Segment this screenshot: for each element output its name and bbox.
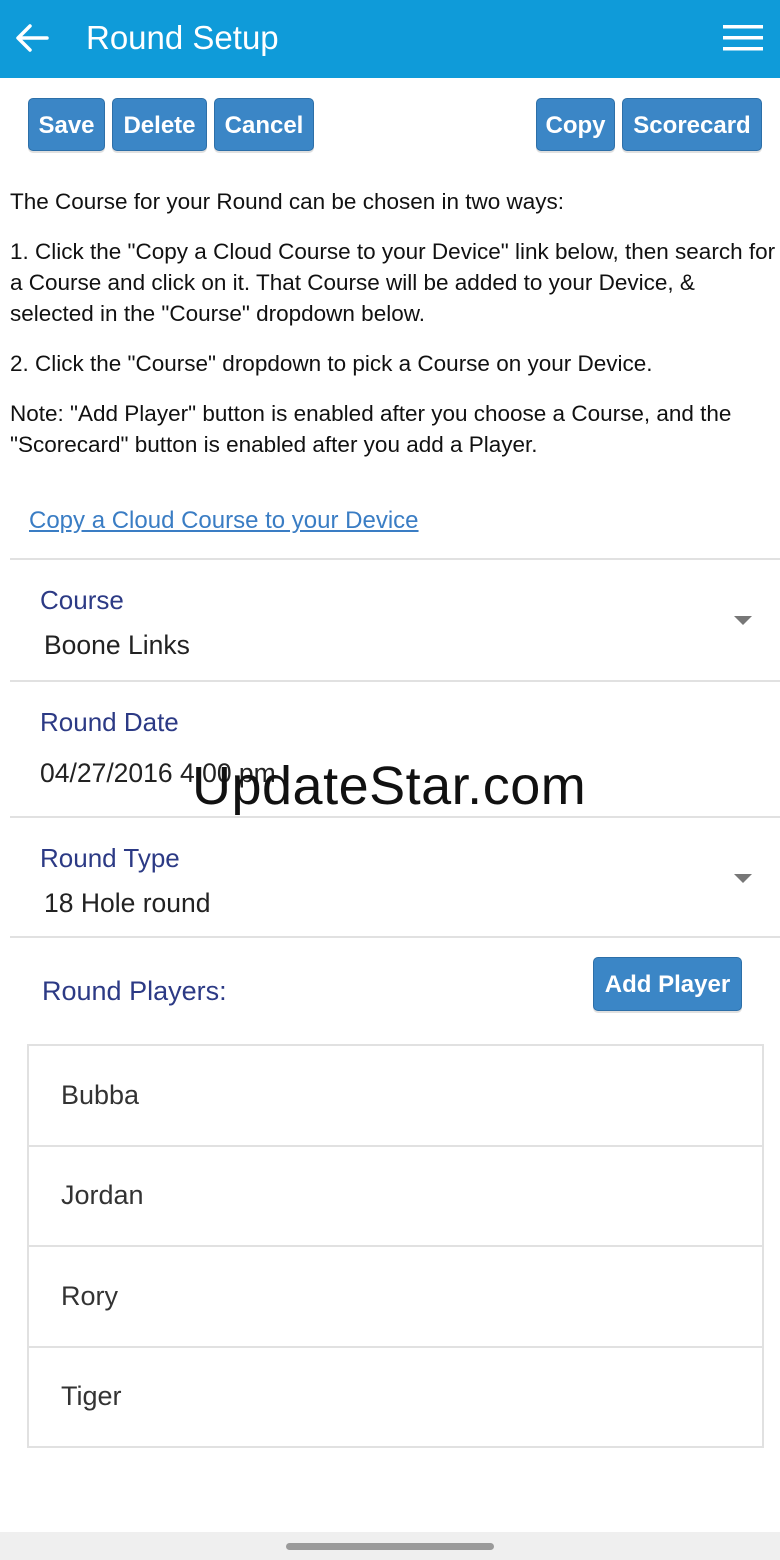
dropdown-arrow-icon [734,874,752,883]
system-nav-bar [0,1532,780,1560]
round-type-value: 18 Hole round [44,888,211,918]
round-type-label: Round Type [40,843,180,873]
list-item[interactable]: Bubba [29,1046,762,1147]
instructions-step-1: 1. Click the "Copy a Cloud Course to you… [10,239,776,326]
copy-button[interactable]: Copy [536,98,615,151]
dropdown-arrow-icon [734,616,752,625]
instructions-intro: The Course for your Round can be chosen … [10,189,565,214]
page-title: Round Setup [86,19,279,56]
divider [10,936,780,938]
scorecard-button[interactable]: Scorecard [622,98,762,151]
course-dropdown[interactable]: Course Boone Links [10,558,780,680]
round-date-label: Round Date [40,707,179,737]
delete-button[interactable]: Delete [112,98,207,151]
round-date-field[interactable]: Round Date 04/27/2016 4:00 pm [10,680,780,816]
home-handle[interactable] [286,1543,494,1550]
list-item[interactable]: Jordan [29,1147,762,1247]
menu-button[interactable] [720,18,766,58]
instructions-step-2: 2. Click the "Course" dropdown to pick a… [10,351,653,376]
list-item[interactable]: Tiger [29,1348,762,1448]
instructions-note: Note: "Add Player" button is enabled aft… [10,401,732,457]
add-player-button[interactable]: Add Player [593,957,742,1011]
course-label: Course [40,585,124,615]
course-value: Boone Links [44,630,190,660]
round-players-label: Round Players: [42,976,227,1006]
back-button[interactable] [10,16,54,60]
player-list: Bubba Jordan Rory Tiger [27,1044,764,1448]
round-type-dropdown[interactable]: Round Type 18 Hole round [10,816,780,936]
app-bar: Round Setup [0,0,780,78]
arrow-left-icon [16,24,49,52]
round-date-value: 04/27/2016 4:00 pm [40,758,276,788]
cancel-button[interactable]: Cancel [214,98,314,151]
list-item[interactable]: Rory [29,1247,762,1348]
instructions: The Course for your Round can be chosen … [10,186,780,479]
hamburger-menu-icon [723,25,763,51]
save-button[interactable]: Save [28,98,105,151]
copy-cloud-course-link[interactable]: Copy a Cloud Course to your Device [29,505,419,537]
